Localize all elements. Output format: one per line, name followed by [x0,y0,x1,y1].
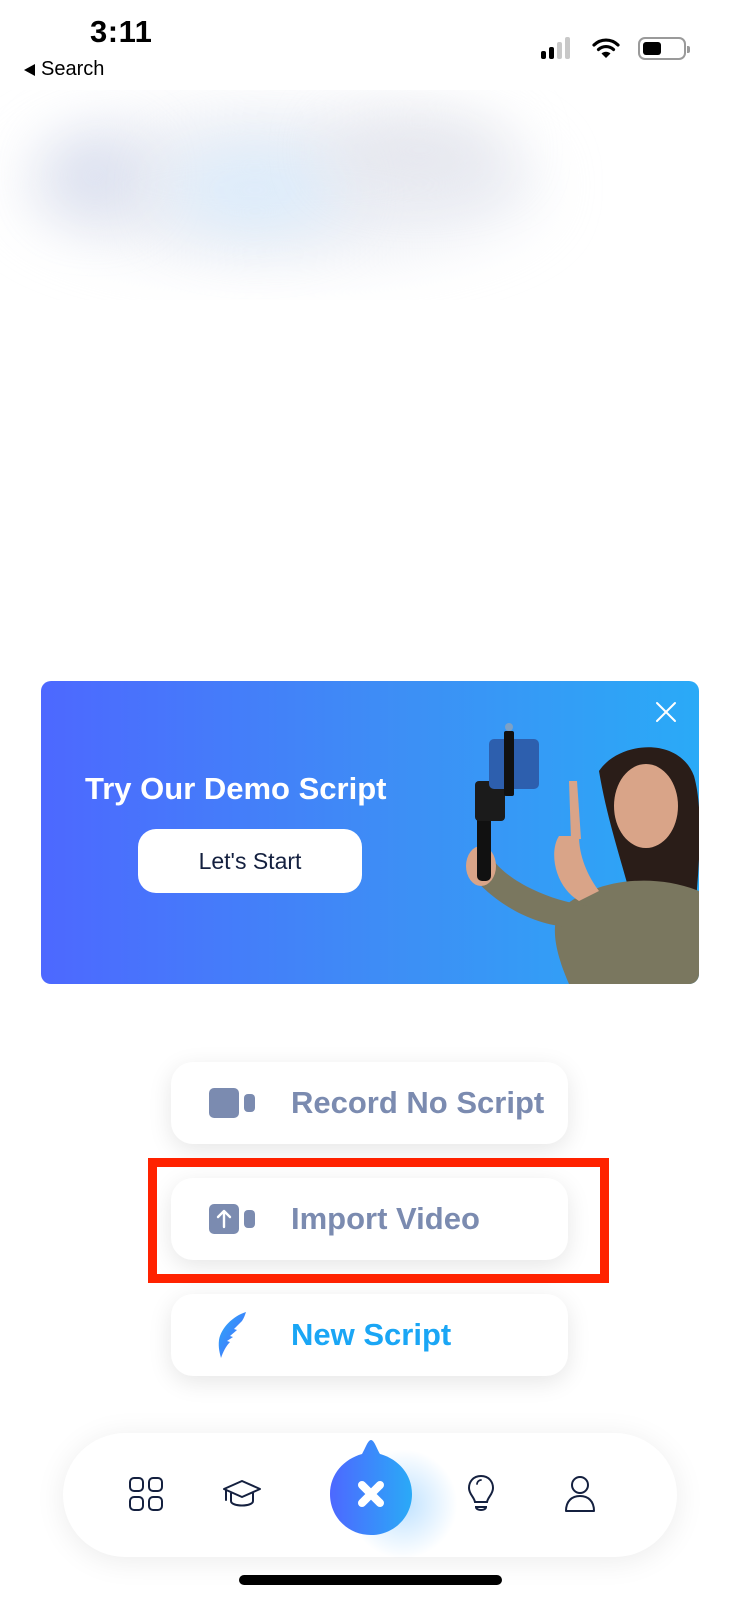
tab-profile[interactable] [554,1468,606,1520]
battery-icon [638,37,690,60]
woman-with-phone-gimbal-image [466,723,699,984]
graduation-cap-icon [223,1480,261,1507]
grid-icon [129,1477,163,1511]
tab-dashboard[interactable] [120,1468,172,1520]
person-icon [565,1476,595,1512]
close-menu-button[interactable] [328,1437,414,1537]
demo-script-banner[interactable]: Try Our Demo Script Let's Start [41,681,699,984]
record-no-script-label: Record No Script [291,1085,545,1120]
status-time: 3:11 [90,14,153,49]
highlight-box [148,1158,609,1283]
close-icon[interactable] [655,701,677,723]
record-no-script-button[interactable]: Record No Script [171,1062,568,1144]
banner-title: Try Our Demo Script [85,771,387,806]
tab-learn[interactable] [216,1468,268,1520]
feather-icon [218,1312,246,1358]
cellular-signal-icon [541,37,570,59]
status-bar: 3:11 Search [0,0,739,90]
blurred-header-area [0,90,739,300]
lightbulb-icon [467,1474,495,1511]
bottom-tab-bar [63,1433,677,1559]
new-script-button[interactable]: New Script [171,1294,568,1376]
back-to-search-link[interactable]: Search [24,58,104,81]
video-camera-icon [209,1088,255,1118]
back-label: Search [41,58,105,80]
back-arrow-icon [24,63,35,76]
wifi-icon [592,38,620,58]
home-indicator [239,1575,502,1585]
new-script-label: New Script [291,1317,452,1352]
tab-ideas[interactable] [455,1468,507,1520]
lets-start-button[interactable]: Let's Start [138,829,362,893]
